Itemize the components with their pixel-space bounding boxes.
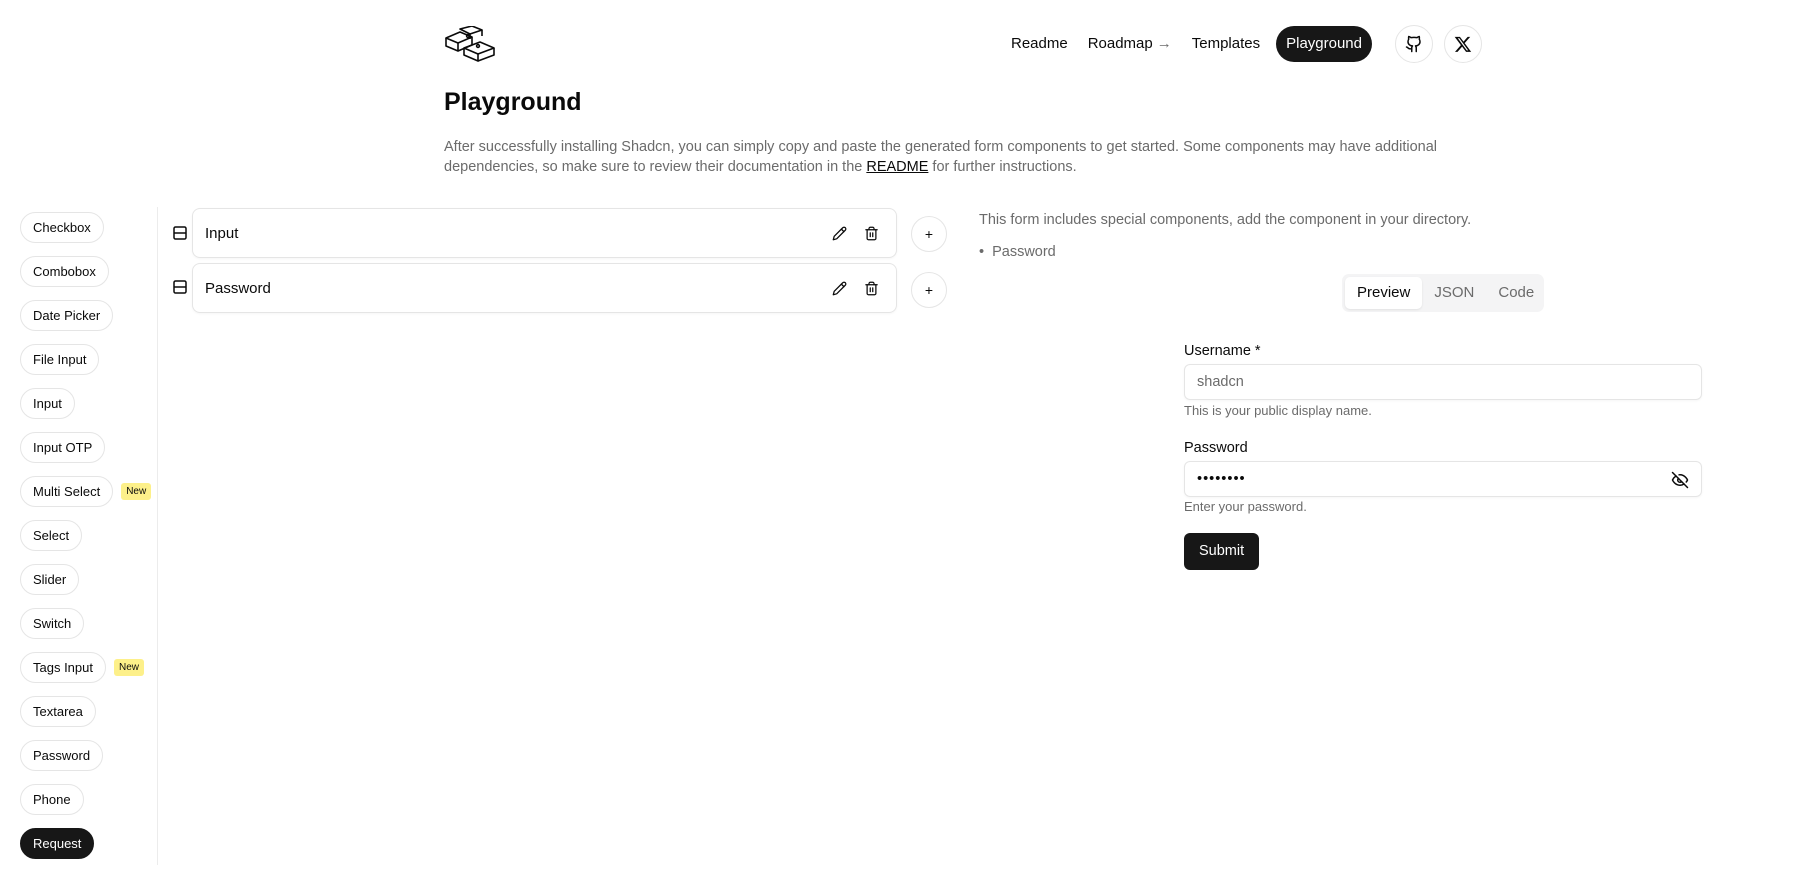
- boxes-logo-icon[interactable]: [444, 25, 496, 62]
- sidebar-item-button[interactable]: Request: [20, 828, 95, 859]
- password-input[interactable]: ••••••••: [1184, 461, 1702, 497]
- pencil-icon: [832, 226, 846, 240]
- username-help: This is your public display name.: [1184, 403, 1372, 418]
- sidebar-item-button[interactable]: Date Picker: [20, 300, 114, 331]
- field-actions: [830, 279, 880, 297]
- username-label-text: Username: [1184, 343, 1251, 359]
- sidebar-item-file-input: File Input: [20, 344, 100, 375]
- username-input[interactable]: shadcn: [1184, 364, 1702, 400]
- field-card-input[interactable]: Input: [192, 208, 897, 258]
- add-field-button[interactable]: +: [911, 272, 947, 308]
- username-placeholder: shadcn: [1197, 374, 1244, 390]
- github-button[interactable]: [1395, 25, 1433, 63]
- x-button[interactable]: [1444, 25, 1482, 63]
- list-item: Password: [979, 244, 1056, 260]
- github-icon: [1405, 35, 1421, 53]
- sidebar-item-button[interactable]: Textarea: [20, 696, 96, 727]
- view-tabs: Preview JSON Code: [1342, 274, 1544, 312]
- page-title: Playground: [444, 88, 582, 116]
- sidebar-item-button[interactable]: Tags Input: [20, 652, 106, 683]
- nav-templates-link[interactable]: Templates: [1182, 25, 1270, 63]
- sidebar-item-button[interactable]: Password: [20, 740, 104, 771]
- arrow-right-icon: →: [1156, 35, 1172, 52]
- sidebar-item-request: Request: [20, 828, 95, 859]
- sidebar-item-date-picker: Date Picker: [20, 300, 114, 331]
- drag-handle-icon: [170, 277, 190, 297]
- sidebar-item-button[interactable]: Slider: [20, 564, 80, 595]
- sidebar-item-select: Select: [20, 520, 83, 551]
- sidebar-item-input: Input: [20, 388, 75, 419]
- sidebar-item-slider: Slider: [20, 564, 80, 595]
- nav-roadmap-link[interactable]: Roadmap →: [1078, 25, 1182, 63]
- delete-button[interactable]: [862, 279, 880, 297]
- password-label: Password: [1184, 440, 1248, 456]
- sidebar-item-button[interactable]: Input: [20, 388, 75, 419]
- field-card-password[interactable]: Password: [192, 263, 897, 313]
- sidebar-item-button[interactable]: Combobox: [20, 256, 109, 287]
- readme-link[interactable]: README: [866, 159, 928, 175]
- drag-handle[interactable]: [170, 277, 190, 297]
- sidebar-item-combobox: Combobox: [20, 256, 109, 287]
- delete-button[interactable]: [862, 224, 880, 242]
- eye-off-icon[interactable]: [1671, 471, 1689, 489]
- sidebar-item-phone: Phone: [20, 784, 84, 815]
- username-label: Username *: [1184, 343, 1261, 359]
- drag-handle[interactable]: [170, 223, 190, 243]
- top-nav: Readme Roadmap → Templates Playground: [1001, 25, 1482, 63]
- tab-code[interactable]: Code: [1486, 277, 1546, 309]
- special-components-note: This form includes special components, a…: [979, 212, 1472, 228]
- add-field-button[interactable]: +: [911, 216, 947, 252]
- sidebar-item-button[interactable]: File Input: [20, 344, 100, 375]
- trash-icon: [864, 226, 878, 240]
- page-intro: After successfully installing Shadcn, yo…: [444, 137, 1454, 177]
- field-label: Password: [205, 279, 271, 297]
- new-badge: New: [114, 659, 145, 676]
- sidebar-item-button[interactable]: Multi Select: [20, 476, 114, 507]
- tab-preview[interactable]: Preview: [1345, 277, 1423, 309]
- field-actions: [830, 224, 880, 242]
- nav-playground-link[interactable]: Playground: [1276, 26, 1372, 62]
- sidebar-item-password: Password: [20, 740, 104, 771]
- trash-icon: [864, 281, 878, 295]
- nav-readme-link[interactable]: Readme: [1001, 25, 1078, 63]
- edit-button[interactable]: [830, 224, 848, 242]
- component-sidebar: Checkbox Combobox Date Picker File Input…: [0, 207, 158, 865]
- submit-button[interactable]: Submit: [1184, 533, 1260, 570]
- x-icon: [1454, 36, 1472, 52]
- nav-roadmap-label: Roadmap: [1087, 35, 1153, 52]
- new-badge: New: [121, 483, 152, 500]
- pencil-icon: [832, 281, 846, 295]
- password-value: ••••••••: [1197, 471, 1246, 487]
- sidebar-item-button[interactable]: Input OTP: [20, 432, 106, 463]
- sidebar-item-button[interactable]: Phone: [20, 784, 84, 815]
- tab-json[interactable]: JSON: [1422, 277, 1486, 309]
- required-marker: *: [1254, 343, 1261, 359]
- intro-text-end: for further instructions.: [928, 159, 1077, 175]
- sidebar-item-multi-select: Multi Select New: [20, 476, 152, 507]
- edit-button[interactable]: [830, 279, 848, 297]
- sidebar-item-button[interactable]: Checkbox: [20, 212, 104, 243]
- sidebar-item-button[interactable]: Select: [20, 520, 83, 551]
- sidebar-item-button[interactable]: Switch: [20, 608, 85, 639]
- sidebar-item-checkbox: Checkbox: [20, 212, 104, 243]
- sidebar-item-tags-input: Tags Input New: [20, 652, 145, 683]
- special-components-list: Password: [979, 244, 1056, 260]
- sidebar-item-input-otp: Input OTP: [20, 432, 106, 463]
- password-help: Enter your password.: [1184, 499, 1307, 514]
- sidebar-item-textarea: Textarea: [20, 696, 96, 727]
- drag-handle-icon: [170, 223, 190, 243]
- sidebar-item-switch: Switch: [20, 608, 85, 639]
- field-label: Input: [205, 224, 239, 242]
